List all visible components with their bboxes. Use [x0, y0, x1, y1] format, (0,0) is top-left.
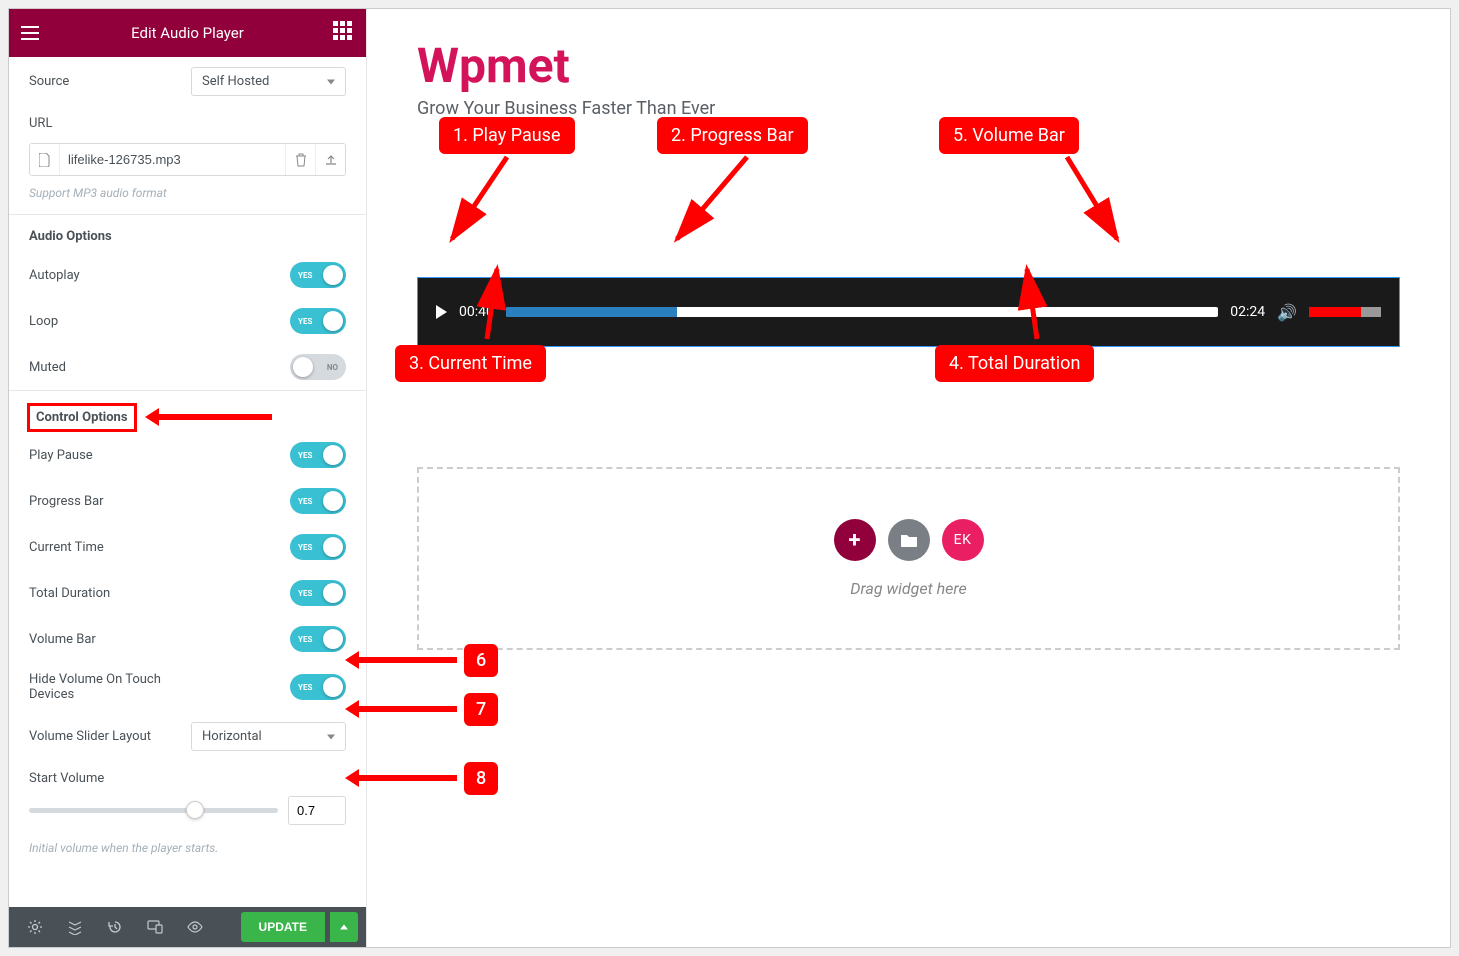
- annotation-callout: 2. Progress Bar: [657, 117, 808, 154]
- loop-toggle[interactable]: YES: [290, 308, 346, 334]
- preview-canvas: Wpmet Grow Your Business Faster Than Eve…: [367, 9, 1450, 947]
- play-pause-toggle[interactable]: YES: [290, 442, 346, 468]
- play-icon[interactable]: [436, 305, 447, 319]
- footer-bar: UPDATE: [9, 907, 366, 947]
- annotation-callout: 1. Play Pause: [439, 117, 575, 154]
- volume-bar-label: Volume Bar: [29, 632, 96, 647]
- editor-sidebar: Edit Audio Player Source Self Hosted URL…: [9, 9, 367, 947]
- play-pause-label: Play Pause: [29, 448, 93, 463]
- url-label: URL: [29, 116, 52, 131]
- slider-layout-select[interactable]: Horizontal: [191, 722, 346, 751]
- annotation-badge: 8: [464, 762, 498, 795]
- history-icon[interactable]: [97, 907, 133, 947]
- total-duration-label: Total Duration: [29, 586, 110, 601]
- delete-file-button[interactable]: [285, 144, 315, 175]
- annotation-callout: 3. Current Time: [395, 345, 546, 382]
- menu-icon[interactable]: [21, 21, 45, 45]
- annotation-arrow: [157, 414, 272, 420]
- muted-toggle[interactable]: NO: [290, 354, 346, 380]
- update-dropdown[interactable]: [330, 912, 358, 942]
- total-duration-toggle[interactable]: YES: [290, 580, 346, 606]
- annotation-callout: 4. Total Duration: [935, 345, 1094, 382]
- source-select[interactable]: Self Hosted: [191, 67, 346, 96]
- panel-body: Source Self Hosted URL Support MP3 audio…: [9, 57, 366, 907]
- file-icon: [30, 144, 60, 175]
- tagline-text: Grow Your Business Faster Than Ever: [417, 98, 1400, 119]
- progress-bar-label: Progress Bar: [29, 494, 104, 509]
- add-section-button[interactable]: +: [834, 519, 876, 561]
- annotation-arrow: [357, 775, 457, 781]
- template-library-button[interactable]: [888, 519, 930, 561]
- url-input-group: [29, 143, 346, 176]
- source-label: Source: [29, 74, 69, 89]
- slider-layout-label: Volume Slider Layout: [29, 729, 151, 744]
- dropzone-text: Drag widget here: [469, 579, 1348, 598]
- elementskit-button[interactable]: EK: [942, 519, 984, 561]
- panel-title: Edit Audio Player: [131, 24, 244, 42]
- annotation-badge: 6: [464, 644, 498, 677]
- widgets-icon[interactable]: [330, 21, 354, 45]
- hide-volume-label: Hide Volume On Touch Devices: [29, 672, 189, 702]
- navigator-icon[interactable]: [57, 907, 93, 947]
- volume-bar-toggle[interactable]: YES: [290, 626, 346, 652]
- annotation-badge: 7: [464, 693, 498, 726]
- progress-bar-toggle[interactable]: YES: [290, 488, 346, 514]
- update-button[interactable]: UPDATE: [241, 912, 325, 942]
- hide-volume-toggle[interactable]: YES: [290, 674, 346, 700]
- annotation-arrow: [357, 706, 457, 712]
- widget-dropzone[interactable]: + EK Drag widget here: [417, 467, 1400, 650]
- current-time-toggle[interactable]: YES: [290, 534, 346, 560]
- annotation-arrow: [357, 657, 457, 663]
- url-help-text: Support MP3 audio format: [9, 180, 366, 214]
- volume-icon[interactable]: 🔊: [1277, 303, 1297, 322]
- audio-options-heading: Audio Options: [9, 215, 366, 252]
- start-volume-help: Initial volume when the player starts.: [9, 835, 366, 869]
- start-volume-input[interactable]: [288, 796, 346, 825]
- loop-label: Loop: [29, 314, 58, 329]
- current-time-display: 00:40: [459, 304, 494, 320]
- volume-slider[interactable]: [1309, 307, 1381, 317]
- preview-icon[interactable]: [177, 907, 213, 947]
- settings-icon[interactable]: [17, 907, 53, 947]
- autoplay-toggle[interactable]: YES: [290, 262, 346, 288]
- start-volume-label: Start Volume: [29, 771, 104, 786]
- progress-bar[interactable]: [506, 307, 1218, 317]
- responsive-icon[interactable]: [137, 907, 173, 947]
- current-time-label: Current Time: [29, 540, 104, 555]
- sidebar-header: Edit Audio Player: [9, 9, 366, 57]
- brand-heading: Wpmet: [417, 37, 1400, 94]
- start-volume-slider[interactable]: [29, 808, 278, 813]
- total-time-display: 02:24: [1230, 304, 1265, 320]
- annotation-callout: 5. Volume Bar: [939, 117, 1079, 154]
- upload-file-button[interactable]: [315, 144, 345, 175]
- autoplay-label: Autoplay: [29, 268, 80, 283]
- url-input[interactable]: [60, 144, 285, 175]
- muted-label: Muted: [29, 360, 66, 375]
- control-options-heading: Control Options: [27, 403, 137, 432]
- audio-player-widget[interactable]: 00:40 02:24 🔊: [417, 277, 1400, 347]
